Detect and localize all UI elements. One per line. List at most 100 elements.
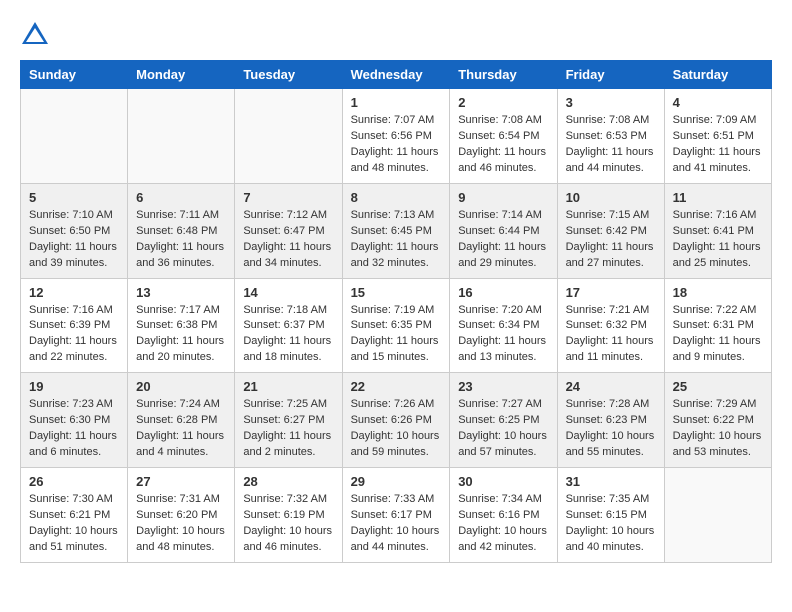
weekday-header-monday: Monday (128, 61, 235, 89)
calendar-cell: 17Sunrise: 7:21 AM Sunset: 6:32 PM Dayli… (557, 278, 664, 373)
calendar-cell: 31 Sunrise: 7:35 AM Sunset: 6:15 PM Dayli… (557, 468, 664, 563)
week-row-1: 5 Sunrise: 7:10 AM Sunset: 6:50 PM Daylig… (21, 183, 772, 278)
day-number: 11 (673, 190, 763, 205)
calendar-cell: 2 Sunrise: 7:08 AM Sunset: 6:54 PM Daylig… (450, 89, 557, 184)
weekday-header-row: SundayMondayTuesdayWednesdayThursdayFrid… (21, 61, 772, 89)
day-number: 28 (243, 474, 333, 489)
day-number: 18 (673, 285, 763, 300)
calendar-cell: 12 Sunrise: 7:16 AM Sunset: 6:39 PM Dayli… (21, 278, 128, 373)
day-info: Sunrise: 7:16 AM Sunset: 6:41 PM Dayligh… (673, 208, 763, 272)
calendar-cell: 14Sunrise: 7:18 AM Sunset: 6:37 PM Dayli… (235, 278, 342, 373)
day-info: Sunrise: 7:26 AM Sunset: 6:26 PM Dayligh… (351, 397, 442, 461)
day-info: Sunrise: 7:08 AM Sunset: 6:54 PM Dayligh… (458, 113, 548, 177)
calendar-cell (21, 89, 128, 184)
day-number: 31 (566, 474, 656, 489)
weekday-header-thursday: Thursday (450, 61, 557, 89)
day-number: 2 (458, 95, 548, 110)
day-info: Sunrise: 7:16 AM Sunset: 6:39 PM Dayligh… (29, 303, 119, 367)
day-number: 16 (458, 285, 548, 300)
day-number: 17 (566, 285, 656, 300)
calendar-cell: 19Sunrise: 7:23 AM Sunset: 6:30 PM Dayli… (21, 373, 128, 468)
day-info: Sunrise: 7:09 AM Sunset: 6:51 PM Dayligh… (673, 113, 763, 177)
day-number: 24 (566, 379, 656, 394)
day-number: 29 (351, 474, 442, 489)
calendar-cell: 18 Sunrise: 7:22 AM Sunset: 6:31 PM Dayli… (664, 278, 771, 373)
weekday-header-tuesday: Tuesday (235, 61, 342, 89)
day-info: Sunrise: 7:33 AM Sunset: 6:17 PM Dayligh… (351, 492, 442, 556)
day-number: 25 (673, 379, 763, 394)
weekday-header-saturday: Saturday (664, 61, 771, 89)
calendar-cell: 9 Sunrise: 7:14 AM Sunset: 6:44 PM Daylig… (450, 183, 557, 278)
calendar-cell: 28 Sunrise: 7:32 AM Sunset: 6:19 PM Dayli… (235, 468, 342, 563)
calendar-cell: 16 Sunrise: 7:20 AM Sunset: 6:34 PM Dayli… (450, 278, 557, 373)
day-number: 26 (29, 474, 119, 489)
day-number: 8 (351, 190, 442, 205)
day-number: 3 (566, 95, 656, 110)
calendar-cell: 11 Sunrise: 7:16 AM Sunset: 6:41 PM Dayli… (664, 183, 771, 278)
day-number: 1 (351, 95, 442, 110)
day-number: 4 (673, 95, 763, 110)
week-row-3: 19Sunrise: 7:23 AM Sunset: 6:30 PM Dayli… (21, 373, 772, 468)
calendar-cell: 22 Sunrise: 7:26 AM Sunset: 6:26 PM Dayli… (342, 373, 450, 468)
day-info: Sunrise: 7:35 AM Sunset: 6:15 PM Dayligh… (566, 492, 656, 556)
weekday-header-friday: Friday (557, 61, 664, 89)
calendar-cell: 20 Sunrise: 7:24 AM Sunset: 6:28 PM Dayli… (128, 373, 235, 468)
logo-icon (20, 20, 50, 50)
day-info: Sunrise: 7:23 AM Sunset: 6:30 PM Dayligh… (29, 397, 119, 461)
day-number: 23 (458, 379, 548, 394)
calendar-cell: 3Sunrise: 7:08 AM Sunset: 6:53 PM Daylig… (557, 89, 664, 184)
day-info: Sunrise: 7:18 AM Sunset: 6:37 PM Dayligh… (243, 303, 333, 367)
day-info: Sunrise: 7:32 AM Sunset: 6:19 PM Dayligh… (243, 492, 333, 556)
day-number: 22 (351, 379, 442, 394)
day-info: Sunrise: 7:14 AM Sunset: 6:44 PM Dayligh… (458, 208, 548, 272)
calendar-cell: 21 Sunrise: 7:25 AM Sunset: 6:27 PM Dayli… (235, 373, 342, 468)
day-number: 7 (243, 190, 333, 205)
day-number: 20 (136, 379, 226, 394)
day-number: 30 (458, 474, 548, 489)
calendar-cell: 8 Sunrise: 7:13 AM Sunset: 6:45 PM Daylig… (342, 183, 450, 278)
calendar-cell (128, 89, 235, 184)
day-info: Sunrise: 7:30 AM Sunset: 6:21 PM Dayligh… (29, 492, 119, 556)
calendar-cell: 25 Sunrise: 7:29 AM Sunset: 6:22 PM Dayli… (664, 373, 771, 468)
calendar-cell: 30 Sunrise: 7:34 AM Sunset: 6:16 PM Dayli… (450, 468, 557, 563)
calendar-cell (235, 89, 342, 184)
day-info: Sunrise: 7:22 AM Sunset: 6:31 PM Dayligh… (673, 303, 763, 367)
week-row-0: 1Sunrise: 7:07 AM Sunset: 6:56 PM Daylig… (21, 89, 772, 184)
day-number: 12 (29, 285, 119, 300)
day-info: Sunrise: 7:25 AM Sunset: 6:27 PM Dayligh… (243, 397, 333, 461)
calendar-cell: 10Sunrise: 7:15 AM Sunset: 6:42 PM Dayli… (557, 183, 664, 278)
calendar-cell: 29 Sunrise: 7:33 AM Sunset: 6:17 PM Dayli… (342, 468, 450, 563)
day-number: 13 (136, 285, 226, 300)
day-info: Sunrise: 7:13 AM Sunset: 6:45 PM Dayligh… (351, 208, 442, 272)
day-info: Sunrise: 7:24 AM Sunset: 6:28 PM Dayligh… (136, 397, 226, 461)
page-header (20, 20, 772, 50)
calendar-cell: 26 Sunrise: 7:30 AM Sunset: 6:21 PM Dayli… (21, 468, 128, 563)
calendar-cell: 7Sunrise: 7:12 AM Sunset: 6:47 PM Daylig… (235, 183, 342, 278)
day-info: Sunrise: 7:20 AM Sunset: 6:34 PM Dayligh… (458, 303, 548, 367)
day-number: 27 (136, 474, 226, 489)
calendar-cell: 1Sunrise: 7:07 AM Sunset: 6:56 PM Daylig… (342, 89, 450, 184)
day-info: Sunrise: 7:11 AM Sunset: 6:48 PM Dayligh… (136, 208, 226, 272)
day-info: Sunrise: 7:19 AM Sunset: 6:35 PM Dayligh… (351, 303, 442, 367)
calendar-cell: 24 Sunrise: 7:28 AM Sunset: 6:23 PM Dayli… (557, 373, 664, 468)
day-number: 15 (351, 285, 442, 300)
day-info: Sunrise: 7:28 AM Sunset: 6:23 PM Dayligh… (566, 397, 656, 461)
logo (20, 20, 54, 50)
day-info: Sunrise: 7:10 AM Sunset: 6:50 PM Dayligh… (29, 208, 119, 272)
day-info: Sunrise: 7:34 AM Sunset: 6:16 PM Dayligh… (458, 492, 548, 556)
calendar-cell: 4 Sunrise: 7:09 AM Sunset: 6:51 PM Daylig… (664, 89, 771, 184)
calendar-cell: 15 Sunrise: 7:19 AM Sunset: 6:35 PM Dayli… (342, 278, 450, 373)
calendar-cell: 13 Sunrise: 7:17 AM Sunset: 6:38 PM Dayli… (128, 278, 235, 373)
calendar-cell: 5 Sunrise: 7:10 AM Sunset: 6:50 PM Daylig… (21, 183, 128, 278)
weekday-header-sunday: Sunday (21, 61, 128, 89)
day-number: 5 (29, 190, 119, 205)
day-number: 10 (566, 190, 656, 205)
day-number: 6 (136, 190, 226, 205)
day-info: Sunrise: 7:27 AM Sunset: 6:25 PM Dayligh… (458, 397, 548, 461)
day-number: 9 (458, 190, 548, 205)
calendar-cell: 23 Sunrise: 7:27 AM Sunset: 6:25 PM Dayli… (450, 373, 557, 468)
day-info: Sunrise: 7:29 AM Sunset: 6:22 PM Dayligh… (673, 397, 763, 461)
weekday-header-wednesday: Wednesday (342, 61, 450, 89)
day-info: Sunrise: 7:17 AM Sunset: 6:38 PM Dayligh… (136, 303, 226, 367)
day-number: 21 (243, 379, 333, 394)
